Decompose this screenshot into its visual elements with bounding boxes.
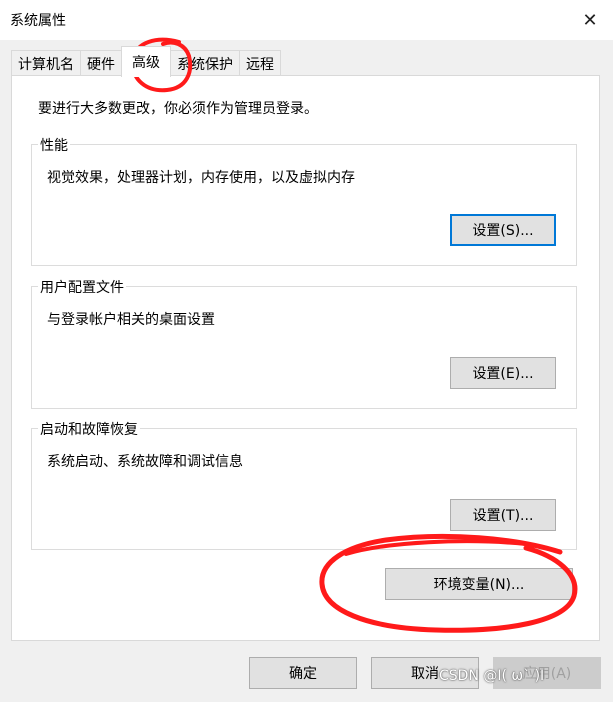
advanced-tab-panel: 要进行大多数更改，你必须作为管理员登录。 性能 视觉效果，处理器计划，内存使用，… (11, 75, 600, 641)
csdn-watermark: CSDN @I( ω` )I (439, 668, 545, 684)
startup-recovery-group: 启动和故障恢复 系统启动、系统故障和调试信息 设置(T)... (31, 419, 577, 550)
tab-system-protection[interactable]: 系统保护 (170, 50, 240, 77)
ok-button[interactable]: 确定 (249, 657, 357, 689)
tab-strip: 计算机名 硬件 高级 系统保护 远程 (11, 46, 281, 77)
system-properties-window: 系统属性 ✕ 计算机名 硬件 高级 系统保护 远程 要进行大多数更改，你必须作为… (0, 0, 613, 702)
performance-group: 性能 视觉效果，处理器计划，内存使用，以及虚拟内存 设置(S)... (31, 135, 577, 266)
close-icon[interactable]: ✕ (567, 0, 613, 40)
user-profiles-group: 用户配置文件 与登录帐户相关的桌面设置 设置(E)... (31, 277, 577, 409)
user-profiles-legend: 用户配置文件 (38, 277, 126, 297)
admin-notice: 要进行大多数更改，你必须作为管理员登录。 (38, 101, 318, 117)
user-profiles-settings-button[interactable]: 设置(E)... (450, 357, 556, 389)
title-bar: 系统属性 ✕ (0, 0, 613, 40)
tab-hardware[interactable]: 硬件 (80, 50, 122, 77)
tab-computer-name[interactable]: 计算机名 (11, 50, 81, 77)
tab-advanced[interactable]: 高级 (121, 46, 171, 77)
performance-legend: 性能 (38, 135, 70, 155)
environment-variables-button[interactable]: 环境变量(N)... (385, 568, 573, 600)
startup-recovery-description: 系统启动、系统故障和调试信息 (47, 454, 243, 470)
startup-recovery-settings-button[interactable]: 设置(T)... (450, 499, 556, 531)
user-profiles-description: 与登录帐户相关的桌面设置 (47, 312, 215, 328)
performance-description: 视觉效果，处理器计划，内存使用，以及虚拟内存 (47, 170, 355, 186)
tab-remote[interactable]: 远程 (239, 50, 281, 77)
performance-settings-button[interactable]: 设置(S)... (450, 214, 556, 246)
startup-recovery-legend: 启动和故障恢复 (38, 419, 140, 439)
window-title: 系统属性 (10, 13, 66, 29)
